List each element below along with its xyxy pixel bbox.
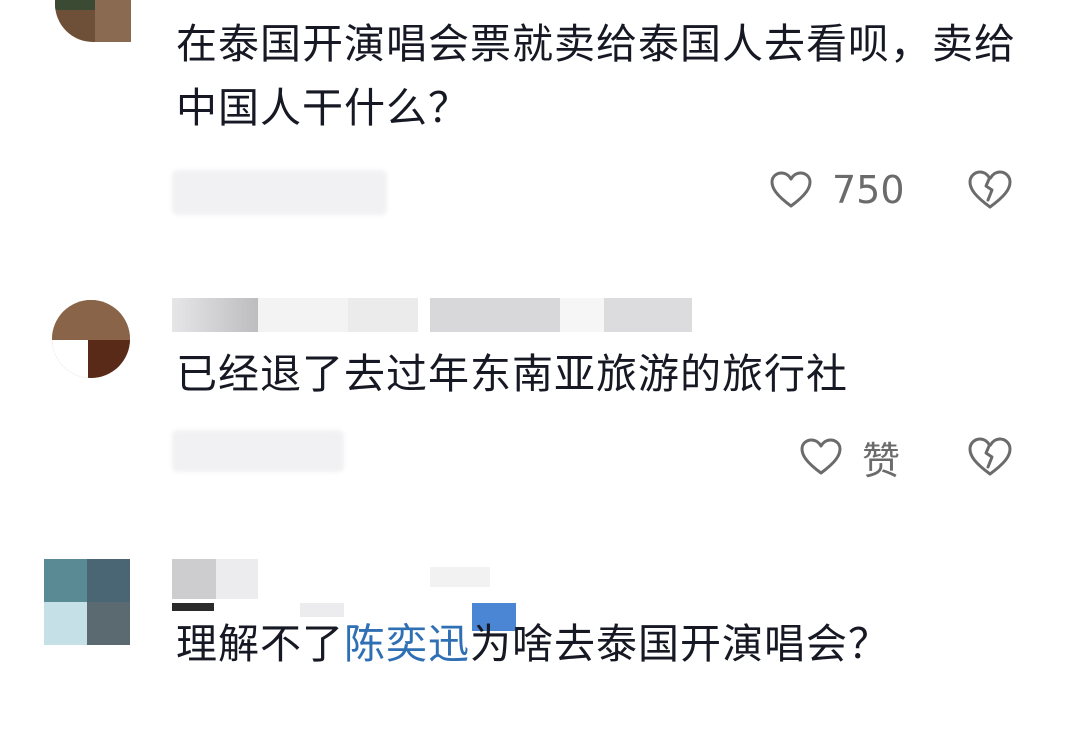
avatar-pixel [87, 559, 130, 602]
avatar-pixel [87, 602, 130, 645]
username-blurred[interactable] [172, 559, 532, 631]
like-button[interactable]: 赞 [800, 432, 901, 483]
comment-text-end: 为啥去泰国开演唱会？ [470, 620, 890, 668]
avatar-pixel [52, 340, 88, 378]
comment-meta-blurred [172, 170, 387, 215]
comment-text: 理解不了陈奕迅为啥去泰国开演唱会？ [176, 612, 966, 676]
mosaic-block [430, 298, 560, 332]
avatar-pixel [88, 340, 130, 378]
avatar-pixel [95, 0, 131, 42]
mention-link[interactable]: 陈奕迅 [344, 620, 470, 668]
broken-heart-icon[interactable] [968, 170, 1012, 210]
mosaic-block [348, 298, 418, 332]
mosaic-block [430, 567, 490, 587]
heart-outline-icon [800, 438, 842, 476]
mosaic-block [216, 559, 258, 599]
broken-heart-icon[interactable] [968, 437, 1012, 477]
avatar[interactable] [52, 300, 130, 378]
mosaic-block [560, 298, 604, 332]
comment-text: 已经退了去过年东南亚旅游的旅行社 [176, 350, 848, 398]
username-blurred[interactable] [172, 298, 692, 334]
like-label: 赞 [862, 438, 901, 483]
mosaic-block [258, 298, 348, 332]
mosaic-block [172, 603, 214, 611]
heart-outline-icon [770, 171, 812, 209]
comment-item: 理解不了陈奕迅为啥去泰国开演唱会？ [0, 555, 1077, 742]
comment-item: 已经退了去过年东南亚旅游的旅行社 赞 [0, 290, 1077, 510]
like-button[interactable]: 750 [770, 165, 905, 215]
avatar-pixel [55, 0, 95, 10]
avatar-pixel [44, 559, 87, 602]
comment-meta-blurred [172, 430, 344, 472]
like-count: 750 [832, 168, 905, 212]
avatar[interactable] [55, 0, 131, 42]
avatar-pixel [52, 300, 130, 340]
comment-text: 在泰国开演唱会票就卖给泰国人去看呗，卖给中国人干什么？ [176, 20, 1016, 132]
mosaic-block [172, 298, 258, 332]
comment-text-start: 理解不了 [176, 620, 344, 668]
avatar-pixel [44, 602, 87, 645]
comment-item: 在泰国开演唱会票就卖给泰国人去看呗，卖给中国人干什么？ 750 [0, 0, 1077, 240]
mosaic-block [604, 298, 692, 332]
mosaic-block [172, 559, 216, 599]
avatar[interactable] [44, 559, 130, 645]
